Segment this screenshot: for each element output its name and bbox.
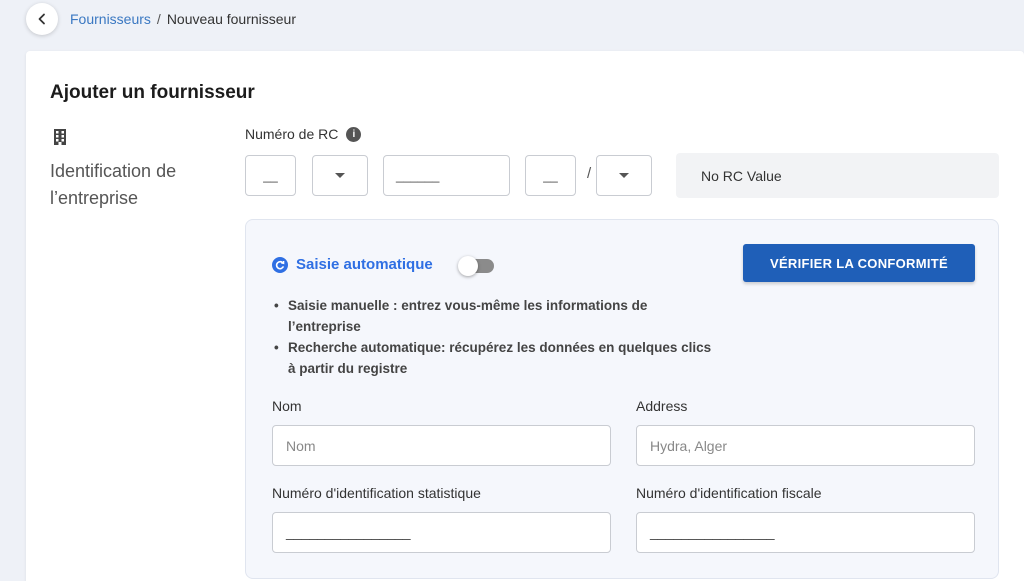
rc-part-4-input[interactable]: __	[525, 155, 576, 196]
back-button[interactable]	[26, 3, 58, 35]
rc-part-5-select[interactable]	[596, 155, 652, 196]
form-card: Ajouter un fournisseur Identification de…	[26, 51, 1024, 581]
address-label: Address	[636, 398, 688, 414]
page-title: Ajouter un fournisseur	[50, 82, 255, 103]
top-bar: Fournisseurs / Nouveau fournisseur	[0, 0, 1024, 40]
verify-compliance-button[interactable]: VÉRIFIER LA CONFORMITÉ	[743, 244, 975, 282]
auto-entry-header: Saisie automatique	[272, 256, 433, 273]
toggle-knob	[458, 256, 478, 276]
building-icon	[50, 127, 70, 147]
auto-entry-toggle[interactable]	[458, 256, 494, 276]
nif-label: Numéro d'identification fiscale	[636, 485, 822, 501]
rc-part-3-input[interactable]: ______	[383, 155, 510, 196]
chevron-down-icon	[335, 173, 345, 178]
rc-value-display: No RC Value	[676, 153, 999, 198]
auto-entry-panel: Saisie automatique VÉRIFIER LA CONFORMIT…	[245, 219, 999, 579]
nis-input[interactable]: ________________	[272, 512, 611, 553]
nom-label: Nom	[272, 398, 302, 414]
rc-label: Numéro de RC i	[245, 126, 362, 142]
help-item-automatic: Recherche automatique: récupérez les don…	[272, 337, 712, 379]
section-label-identification: Identification de l’entreprise	[50, 161, 177, 208]
address-input[interactable]: Hydra, Alger	[636, 425, 975, 466]
rc-part-1-input[interactable]: __	[245, 155, 296, 196]
rc-part-2-select[interactable]	[312, 155, 368, 196]
rc-slash: /	[587, 165, 592, 182]
chevron-down-icon	[619, 173, 629, 178]
info-icon[interactable]: i	[346, 126, 362, 142]
nom-input[interactable]: Nom	[272, 425, 611, 466]
help-list: Saisie manuelle : entrez vous-même les i…	[272, 295, 712, 379]
help-item-manual: Saisie manuelle : entrez vous-même les i…	[272, 295, 712, 337]
breadcrumb-current: Nouveau fournisseur	[166, 11, 296, 27]
breadcrumb-link-fournisseurs[interactable]: Fournisseurs	[70, 11, 151, 27]
breadcrumb-separator: /	[156, 11, 161, 27]
rc-label-text: Numéro de RC	[245, 126, 339, 142]
chevron-left-icon	[38, 13, 45, 25]
breadcrumb: Fournisseurs / Nouveau fournisseur	[70, 11, 296, 27]
refresh-icon	[272, 256, 288, 273]
nis-label: Numéro d'identification statistique	[272, 485, 481, 501]
nif-input[interactable]: ________________	[636, 512, 975, 553]
auto-entry-label: Saisie automatique	[296, 256, 433, 273]
